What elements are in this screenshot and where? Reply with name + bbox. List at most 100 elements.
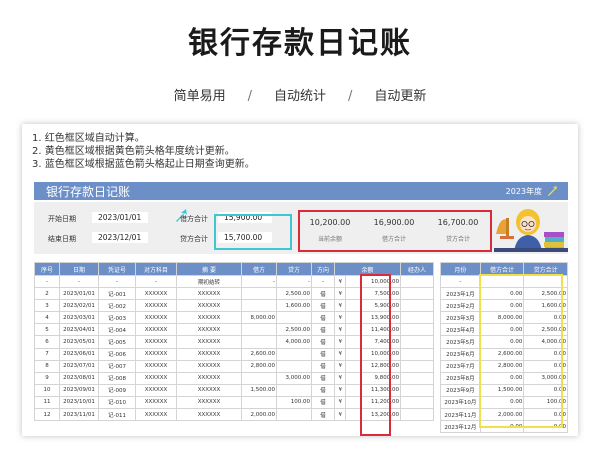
table-cell[interactable]: 2023/01/01 xyxy=(59,287,99,301)
table-cell[interactable]: 2023/07/01 xyxy=(59,359,99,373)
table-cell[interactable]: 借 xyxy=(311,287,335,301)
table-cell[interactable] xyxy=(276,359,312,373)
table-cell[interactable]: XXXXXX xyxy=(176,408,242,422)
table-cell[interactable]: 11 xyxy=(34,395,60,410)
table-cell[interactable]: XXXXXX xyxy=(135,371,177,385)
table-cell[interactable]: XXXXXX xyxy=(176,371,242,385)
table-cell[interactable]: - xyxy=(276,274,312,289)
table-cell[interactable] xyxy=(400,287,434,301)
table-cell[interactable]: ¥ xyxy=(333,395,347,410)
table-cell[interactable] xyxy=(241,299,277,313)
table-cell[interactable]: 2023年8月 xyxy=(440,371,481,385)
table-cell[interactable]: 2023年3月 xyxy=(440,311,481,325)
table-cell[interactable]: ¥ xyxy=(333,287,347,301)
table-cell[interactable]: 1,500.00 xyxy=(241,383,277,397)
table-cell[interactable]: 记-008 xyxy=(98,371,136,385)
table-cell[interactable]: XXXXXX xyxy=(135,311,177,325)
table-cell[interactable]: 借 xyxy=(311,299,335,313)
table-cell[interactable] xyxy=(400,323,434,337)
table-cell[interactable]: 2023年11月 xyxy=(440,408,481,422)
table-cell[interactable]: 记-007 xyxy=(98,359,136,373)
table-cell[interactable]: XXXXXX xyxy=(135,335,177,349)
table-cell[interactable]: 2,000.00 xyxy=(241,408,277,422)
table-cell[interactable]: XXXXXX xyxy=(135,287,177,301)
table-cell[interactable]: 2023/11/01 xyxy=(59,408,99,422)
table-cell[interactable]: XXXXXX xyxy=(135,408,177,422)
table-cell[interactable]: XXXXXX xyxy=(176,323,242,337)
table-cell[interactable]: 9 xyxy=(34,371,60,385)
table-cell[interactable]: 2023/09/01 xyxy=(59,383,99,397)
table-cell[interactable] xyxy=(276,383,312,397)
table-cell[interactable] xyxy=(241,371,277,385)
table-cell[interactable]: 记-006 xyxy=(98,347,136,361)
table-cell[interactable] xyxy=(400,311,434,325)
table-cell[interactable]: 2023年1月 xyxy=(440,287,481,301)
table-cell[interactable]: 借 xyxy=(311,395,335,410)
table-cell[interactable]: 2023/05/01 xyxy=(59,335,99,349)
table-cell[interactable]: 8,000.00 xyxy=(241,311,277,325)
table-cell[interactable]: 借 xyxy=(311,311,335,325)
table-cell[interactable]: XXXXXX xyxy=(135,299,177,313)
table-cell[interactable]: 记-004 xyxy=(98,323,136,337)
year-cell[interactable]: 2023年度 xyxy=(506,186,542,197)
table-cell[interactable] xyxy=(400,395,434,410)
table-cell[interactable]: 1,600.00 xyxy=(276,299,312,313)
table-cell[interactable]: 2023/10/01 xyxy=(59,395,99,410)
table-cell[interactable]: - xyxy=(98,274,136,289)
table-cell[interactable]: 记-010 xyxy=(98,395,136,410)
table-cell[interactable]: XXXXXX xyxy=(176,311,242,325)
table-cell[interactable]: ¥ xyxy=(333,371,347,385)
table-cell[interactable]: 2023年5月 xyxy=(440,335,481,349)
table-cell[interactable]: 2023/06/01 xyxy=(59,347,99,361)
table-cell[interactable]: 2023/02/01 xyxy=(59,299,99,313)
table-cell[interactable]: XXXXXX xyxy=(176,287,242,301)
table-cell[interactable] xyxy=(241,323,277,337)
table-cell[interactable] xyxy=(400,408,434,422)
table-cell[interactable]: - xyxy=(34,274,60,289)
table-cell[interactable] xyxy=(241,335,277,349)
table-cell[interactable]: XXXXXX xyxy=(176,335,242,349)
table-cell[interactable]: 2023/04/01 xyxy=(59,323,99,337)
table-cell[interactable]: 记-005 xyxy=(98,335,136,349)
table-cell[interactable]: 4 xyxy=(34,311,60,325)
table-cell[interactable]: 2023年2月 xyxy=(440,299,481,313)
table-cell[interactable] xyxy=(276,347,312,361)
table-cell[interactable]: 8 xyxy=(34,359,60,373)
table-cell[interactable] xyxy=(400,371,434,385)
table-cell[interactable]: ¥ xyxy=(333,408,347,422)
table-cell[interactable] xyxy=(276,408,312,422)
table-cell[interactable]: ¥ xyxy=(333,274,347,289)
table-cell[interactable]: 记-011 xyxy=(98,408,136,422)
table-cell[interactable]: 2,800.00 xyxy=(241,359,277,373)
table-cell[interactable]: 借 xyxy=(311,335,335,349)
table-cell[interactable]: 记-001 xyxy=(98,287,136,301)
table-cell[interactable] xyxy=(400,335,434,349)
table-cell[interactable]: - xyxy=(311,274,335,289)
table-cell[interactable]: 2023年7月 xyxy=(440,359,481,373)
table-cell[interactable] xyxy=(400,359,434,373)
table-cell[interactable]: ¥ xyxy=(333,347,347,361)
table-cell[interactable]: XXXXXX xyxy=(176,299,242,313)
table-cell[interactable]: 2023年4月 xyxy=(440,323,481,337)
table-cell[interactable]: 2023/03/01 xyxy=(59,311,99,325)
table-cell[interactable]: 借 xyxy=(311,371,335,385)
table-cell[interactable] xyxy=(400,299,434,313)
table-cell[interactable]: XXXXXX xyxy=(176,347,242,361)
table-cell[interactable]: 2023/08/01 xyxy=(59,371,99,385)
table-cell[interactable]: 3 xyxy=(34,299,60,313)
table-cell[interactable]: - xyxy=(440,274,481,289)
table-cell[interactable]: 10 xyxy=(34,383,60,397)
table-cell[interactable] xyxy=(400,347,434,361)
table-cell[interactable]: XXXXXX xyxy=(135,383,177,397)
table-cell[interactable]: ¥ xyxy=(333,311,347,325)
table-cell[interactable] xyxy=(400,383,434,397)
table-cell[interactable]: ¥ xyxy=(333,383,347,397)
table-cell[interactable]: - xyxy=(59,274,99,289)
table-cell[interactable]: 2,600.00 xyxy=(241,347,277,361)
table-cell[interactable]: ¥ xyxy=(333,299,347,313)
table-cell[interactable]: 3,000.00 xyxy=(276,371,312,385)
table-cell[interactable]: 记-009 xyxy=(98,383,136,397)
table-cell[interactable]: 2023年12月 xyxy=(440,420,481,434)
table-cell[interactable] xyxy=(400,274,434,289)
table-cell[interactable]: ¥ xyxy=(333,323,347,337)
